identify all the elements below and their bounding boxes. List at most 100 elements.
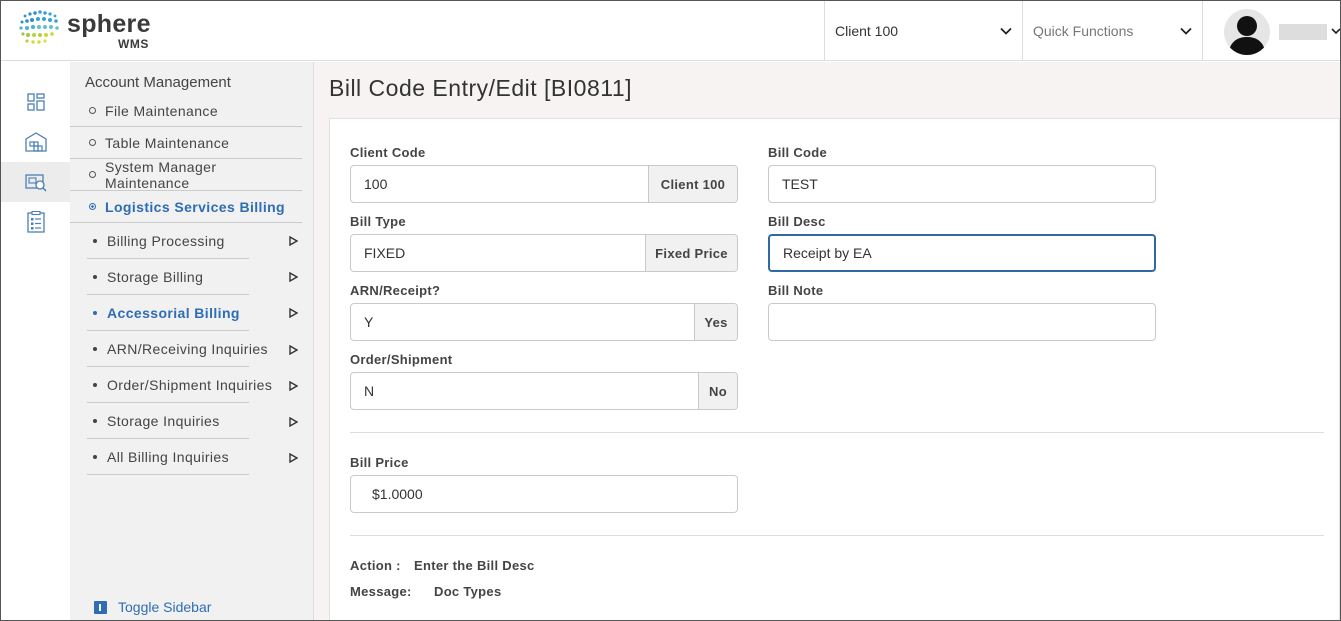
chevron-down-icon	[1331, 28, 1340, 35]
client-code-label: Client Code	[350, 145, 426, 160]
bill-type-input[interactable]	[351, 235, 645, 271]
sidebar-subitem-order-shipment-inquiries[interactable]: Order/Shipment Inquiries	[87, 367, 272, 403]
dashboard-icon	[26, 93, 45, 111]
expand-arrow-icon[interactable]	[289, 272, 298, 282]
bill-price-label: Bill Price	[350, 455, 409, 470]
chevron-down-icon	[1000, 27, 1012, 35]
chevron-down-icon	[1180, 27, 1192, 35]
order-shipment-label: Order/Shipment	[350, 352, 453, 367]
sidebar-subitem-accessorial-billing[interactable]: Accessorial Billing	[87, 295, 249, 331]
bill-type-field: Fixed Price	[350, 234, 738, 272]
bill-price-field	[350, 475, 738, 513]
client-code-field: Client 100	[350, 165, 738, 203]
order-shipment-addon: No	[698, 373, 737, 409]
toggle-sidebar-link[interactable]: Toggle Sidebar	[94, 599, 211, 615]
action-label: Action :	[350, 558, 401, 573]
sidebar: Account Management File Maintenance Tabl…	[70, 62, 314, 620]
action-value: Enter the Bill Desc	[414, 558, 535, 573]
sidebar-subitem-storage-inquiries[interactable]: Storage Inquiries	[87, 403, 249, 439]
sidebar-item-system-manager-maintenance[interactable]: System Manager Maintenance	[70, 159, 302, 191]
sidebar-subitem-storage-billing[interactable]: Storage Billing	[87, 259, 249, 295]
rail-warehouse[interactable]	[1, 122, 70, 162]
divider	[350, 432, 1324, 433]
sidebar-subitem-billing-processing[interactable]: Billing Processing	[87, 223, 249, 259]
expand-arrow-icon[interactable]	[289, 236, 298, 246]
toggle-sidebar-icon	[94, 600, 107, 614]
logo-text: sphere	[67, 10, 151, 38]
expand-arrow-icon[interactable]	[289, 417, 298, 427]
dot-bullet-icon	[93, 274, 97, 279]
dot-bullet-icon	[93, 382, 97, 387]
app-window: sphere WMS Client 100 Quick Functions Ac…	[0, 0, 1341, 621]
order-shipment-field: No	[350, 372, 738, 410]
expand-arrow-icon[interactable]	[289, 308, 298, 318]
rail-checklist[interactable]	[1, 202, 70, 242]
sidebar-subitem-label: Accessorial Billing	[107, 304, 240, 321]
circle-bullet-icon	[89, 203, 96, 210]
bill-desc-label: Bill Desc	[768, 214, 826, 229]
expand-arrow-icon[interactable]	[289, 345, 298, 355]
main-content: Bill Code Entry/Edit [BI0811] Client Cod…	[314, 62, 1340, 620]
dot-bullet-icon	[93, 418, 97, 423]
top-header: sphere WMS Client 100 Quick Functions	[1, 1, 1340, 61]
bill-code-field	[768, 165, 1156, 203]
user-menu[interactable]	[1202, 1, 1340, 61]
sidebar-item-label: Table Maintenance	[105, 134, 230, 151]
message-label: Message:	[350, 584, 412, 599]
circle-bullet-icon	[89, 107, 96, 114]
client-code-input[interactable]	[351, 166, 648, 202]
arn-receipt-input[interactable]	[351, 304, 694, 340]
client-code-addon: Client 100	[648, 166, 737, 202]
sidebar-subitem-arn-receiving-inquiries[interactable]: ARN/Receiving Inquiries	[87, 331, 268, 367]
quick-functions-placeholder: Quick Functions	[1033, 23, 1134, 39]
bill-note-label: Bill Note	[768, 283, 824, 298]
bill-type-addon: Fixed Price	[645, 235, 737, 271]
bill-note-input[interactable]	[769, 304, 1155, 340]
bill-type-label: Bill Type	[350, 214, 406, 229]
sidebar-subitem-label: Storage Inquiries	[107, 412, 220, 429]
bill-price-input[interactable]	[351, 476, 737, 512]
username-redacted	[1279, 24, 1327, 40]
rail-billing[interactable]	[1, 162, 70, 202]
icon-rail	[1, 62, 70, 620]
sidebar-item-table-maintenance[interactable]: Table Maintenance	[70, 127, 302, 159]
order-shipment-input[interactable]	[351, 373, 698, 409]
quick-functions-select[interactable]: Quick Functions	[1022, 1, 1202, 61]
bill-desc-input[interactable]	[770, 236, 1154, 270]
bill-code-input[interactable]	[769, 166, 1155, 202]
sidebar-subitem-all-billing-inquiries[interactable]: All Billing Inquiries	[87, 439, 249, 475]
logo[interactable]: sphere WMS	[19, 8, 169, 52]
sidebar-subitem-label: Order/Shipment Inquiries	[107, 376, 273, 393]
toggle-sidebar-label: Toggle Sidebar	[118, 599, 212, 615]
logo-subtext: WMS	[118, 37, 149, 51]
expand-arrow-icon[interactable]	[289, 453, 298, 463]
rail-dashboard[interactable]	[1, 82, 70, 122]
page-title: Bill Code Entry/Edit [BI0811]	[329, 75, 632, 101]
sidebar-item-logistics-services-billing[interactable]: Logistics Services Billing	[70, 191, 302, 223]
dot-bullet-icon	[93, 346, 97, 351]
arn-receipt-label: ARN/Receipt?	[350, 283, 441, 298]
sidebar-item-label: File Maintenance	[105, 102, 219, 119]
avatar	[1224, 9, 1270, 55]
client-select[interactable]: Client 100	[824, 1, 1022, 61]
sidebar-subitem-label: Billing Processing	[107, 232, 225, 249]
bill-code-label: Bill Code	[768, 145, 828, 160]
warehouse-icon	[24, 132, 47, 152]
sidebar-item-label: Logistics Services Billing	[105, 198, 286, 215]
bill-note-field	[768, 303, 1156, 341]
circle-bullet-icon	[89, 139, 96, 146]
billing-icon	[24, 174, 47, 192]
bill-desc-field	[768, 234, 1156, 272]
sidebar-subitem-label: All Billing Inquiries	[107, 448, 230, 465]
circle-bullet-icon	[89, 171, 96, 178]
sidebar-item-file-maintenance[interactable]: File Maintenance	[70, 95, 302, 127]
dot-bullet-icon	[93, 310, 97, 315]
dot-bullet-icon	[93, 238, 97, 243]
sidebar-title: Account Management	[85, 74, 231, 91]
checklist-icon	[26, 211, 45, 233]
arn-receipt-addon: Yes	[694, 304, 737, 340]
expand-arrow-icon[interactable]	[289, 381, 298, 391]
arn-receipt-field: Yes	[350, 303, 738, 341]
sidebar-item-label: System Manager Maintenance	[105, 158, 217, 191]
divider	[350, 535, 1324, 536]
